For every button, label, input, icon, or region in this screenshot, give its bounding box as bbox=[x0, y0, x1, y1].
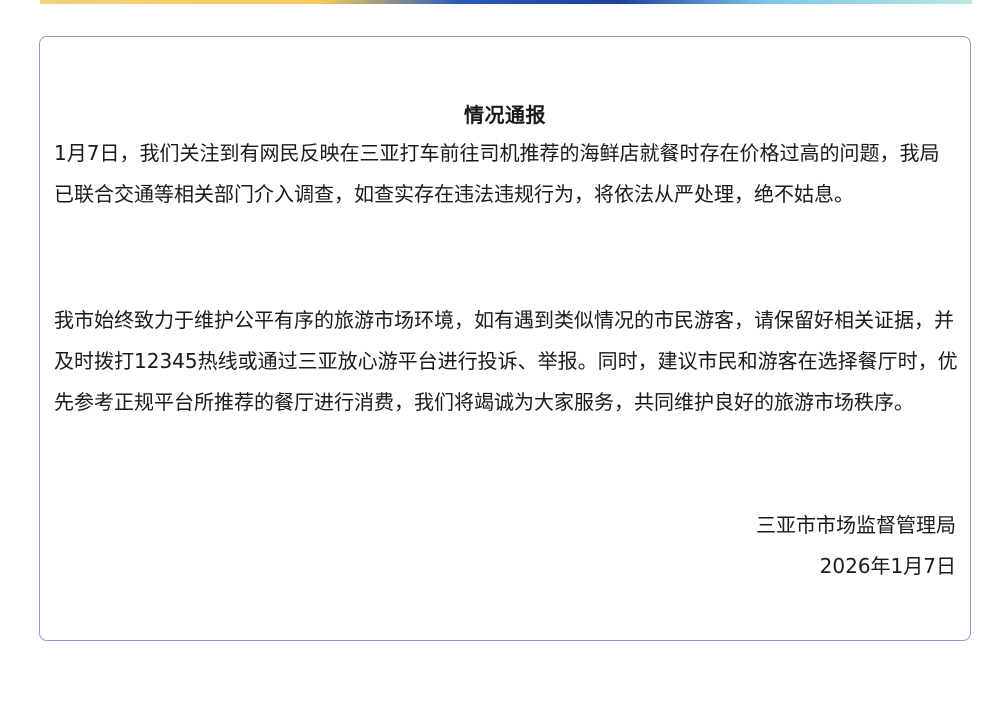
notice-paragraph-1: 1月7日，我们关注到有网民反映在三亚打车前往司机推荐的海鲜店就餐时存在价格过高的… bbox=[54, 141, 940, 206]
notice-signature: 三亚市市场监督管理局 2026年1月7日 bbox=[756, 505, 956, 587]
issuer-name: 三亚市市场监督管理局 bbox=[756, 513, 956, 537]
notice-card: 情况通报 1月7日，我们关注到有网民反映在三亚打车前往司机推荐的海鲜店就餐时存在… bbox=[39, 36, 971, 641]
notice-title: 情况通报 bbox=[464, 103, 546, 127]
notice-paragraph-2: 我市始终致力于维护公平有序的旅游市场环境，如有遇到类似情况的市民游客，请保留好相… bbox=[54, 308, 958, 414]
top-banner-image bbox=[40, 0, 972, 4]
issue-date: 2026年1月7日 bbox=[819, 554, 956, 578]
